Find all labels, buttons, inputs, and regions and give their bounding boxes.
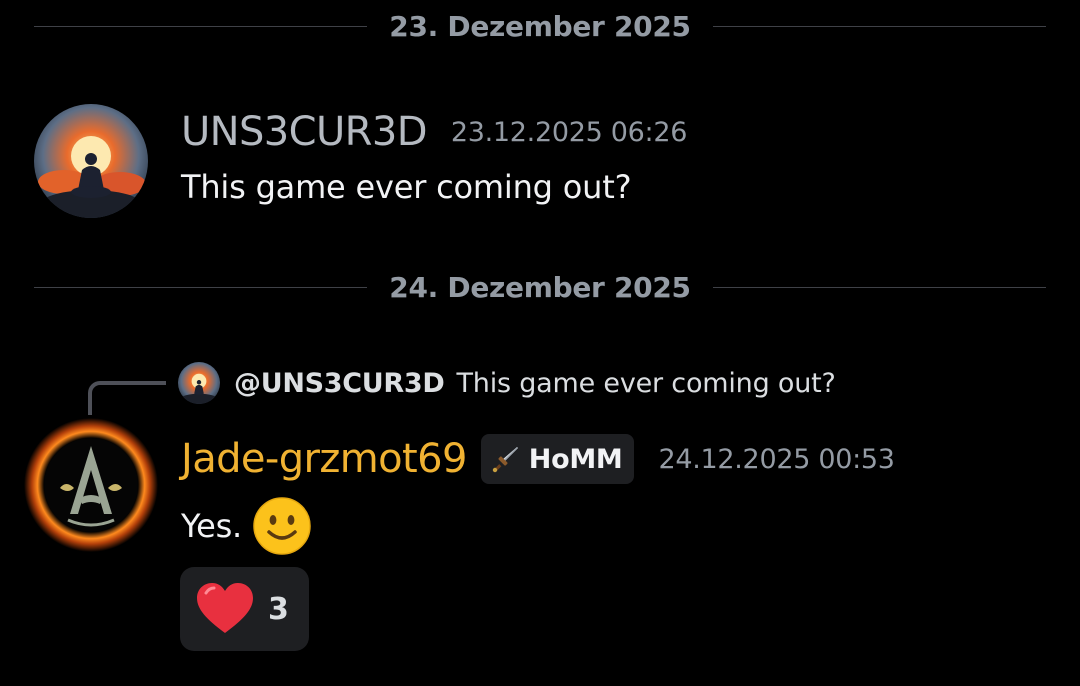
reply-avatar [178,362,220,404]
reply-connector [88,381,166,415]
username[interactable]: Jade-grzmot69 [181,436,467,482]
message-header: UNS3CUR3D 23.12.2025 06:26 [181,106,687,158]
message-header: Jade-grzmot69 HoMM 24.12.2025 00:53 [181,432,895,486]
user-avatar[interactable] [34,104,148,218]
username[interactable]: UNS3CUR3D [181,109,427,155]
divider-line [34,25,368,27]
date-divider: 24. Dezember 2025 [34,267,1046,307]
role-tag-label: HoMM [528,443,623,475]
reaction-count: 3 [268,591,289,627]
message-text: Yes. [181,507,243,545]
date-divider: 23. Dezember 2025 [34,6,1046,46]
heart-icon [196,583,254,635]
slightly-smiling-face-icon[interactable] [252,496,312,556]
divider-line [34,286,368,288]
date-divider-label: 23. Dezember 2025 [389,9,691,43]
meditation-sunset-avatar-icon [178,362,220,404]
reply-reference[interactable]: @UNS3CUR3D This game ever coming out? [178,362,836,404]
message-content: Yes. [181,496,312,556]
role-tag[interactable]: HoMM [480,434,635,484]
reply-snippet[interactable]: This game ever coming out? [456,368,835,399]
divider-line [712,25,1046,27]
meditation-sunset-avatar-icon [34,104,148,218]
user-avatar[interactable] [24,418,158,552]
reply-username[interactable]: @UNS3CUR3D [234,368,445,399]
message-content: This game ever coming out? [181,168,632,206]
reaction-heart[interactable]: 3 [180,567,309,651]
message-timestamp[interactable]: 24.12.2025 00:53 [658,444,894,475]
assassin-insignia-avatar-icon [24,418,158,552]
sword-icon [491,444,521,474]
divider-line [712,286,1046,288]
message-timestamp[interactable]: 23.12.2025 06:26 [451,117,687,148]
date-divider-label: 24. Dezember 2025 [389,270,691,304]
